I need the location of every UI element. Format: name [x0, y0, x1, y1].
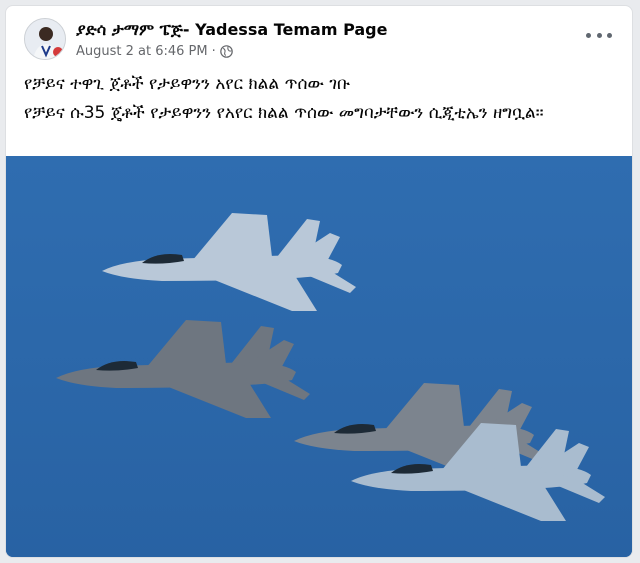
- avatar-image: [25, 19, 65, 59]
- globe-icon[interactable]: [219, 45, 233, 58]
- post-text: የቻይና ተዋጊ ጀቶች የታይዋንን አየር ክልል ጥሰው ገቡ የቻይና …: [24, 72, 614, 130]
- meta-separator: ·: [211, 44, 216, 59]
- more-options-icon[interactable]: [586, 28, 612, 42]
- post-meta: August 2 at 6:46 PM ·: [76, 44, 233, 59]
- post-photo[interactable]: [6, 156, 632, 557]
- post-timestamp[interactable]: August 2 at 6:46 PM: [76, 44, 208, 59]
- fighter-jets-image: [6, 156, 632, 557]
- post-header: ያድሳ ታማም ፔጅ- Yadessa Temam Page August 2 …: [6, 6, 632, 68]
- page-avatar[interactable]: [24, 18, 66, 60]
- page-name-link[interactable]: ያድሳ ታማም ፔጅ- Yadessa Temam Page: [76, 20, 387, 40]
- post-text-line-1: የቻይና ተዋጊ ጀቶች የታይዋንን አየር ክልል ጥሰው ገቡ: [24, 74, 351, 94]
- post-text-line-2: የቻይና ሱ35 ጄቶች የታይዋንን የአየር ክልል ጥሰው መግባታቸውን…: [24, 103, 544, 123]
- post-card: ያድሳ ታማም ፔጅ- Yadessa Temam Page August 2 …: [5, 5, 633, 558]
